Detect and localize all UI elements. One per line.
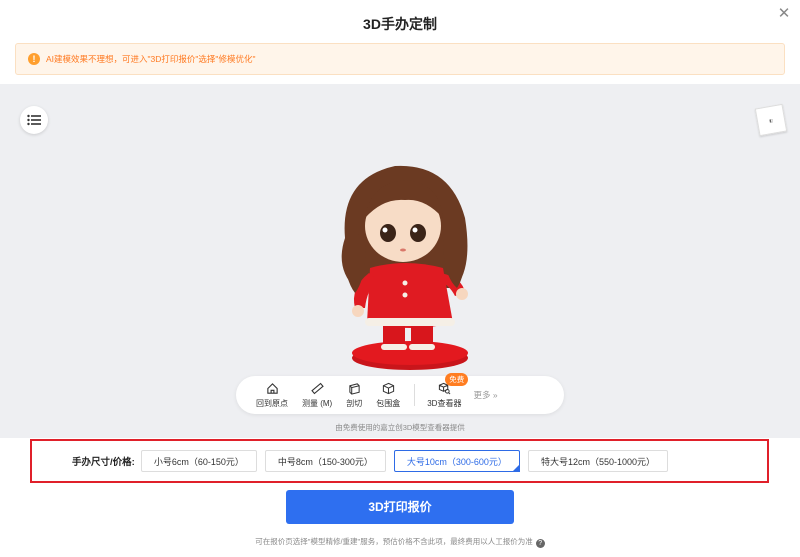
- footer-note: 可在报价页选择"模型精修/重建"服务，预估价格不含此项，最终费用以人工报价为准?: [0, 536, 800, 548]
- size-option-large[interactable]: 大号10cm（300-600元）: [393, 450, 520, 472]
- ruler-icon: [310, 382, 324, 394]
- bounding-box-button[interactable]: 包围盒: [376, 382, 400, 409]
- tool-label: 包围盒: [376, 398, 401, 408]
- measure-button[interactable]: 测量 (M): [302, 382, 332, 409]
- list-icon: [27, 114, 41, 126]
- figurine-model: [341, 165, 468, 370]
- footer-text: 可在报价页选择"模型精修/重建"服务，预估价格不含此项，最终费用以人工报价为准: [255, 537, 533, 546]
- 3d-viewer-button[interactable]: 免费 3D查看器: [427, 372, 469, 409]
- size-label: 手办尺寸/价格:: [72, 457, 135, 468]
- box-icon: [382, 382, 394, 394]
- tool-label: 剖切: [346, 398, 363, 408]
- viewer-toolbar: 回到原点 测量 (M) 剖切 包围盒 免费 3D查看器 更多 »: [236, 372, 564, 414]
- size-option-medium[interactable]: 中号8cm（150-300元）: [264, 450, 386, 472]
- model-viewer[interactable]: ◧ 回到原点 测量 (M) 剖切 包围盒 免费 3D查看器 更多 » 由免费使用…: [0, 84, 800, 438]
- free-badge: 免费: [445, 372, 469, 386]
- help-icon[interactable]: ?: [535, 539, 545, 548]
- more-button[interactable]: 更多 »: [473, 389, 497, 401]
- size-selector: 手办尺寸/价格: 小号6cm（60-150元） 中号8cm（150-300元） …: [30, 439, 769, 483]
- section-button[interactable]: 剖切: [346, 382, 362, 409]
- print-quote-button[interactable]: 3D打印报价: [286, 490, 514, 524]
- section-icon: [349, 382, 360, 395]
- tool-label: 测量 (M): [302, 398, 333, 408]
- provider-text: 由免费使用的嘉立创3D模型查看器提供: [335, 423, 465, 432]
- warning-icon: !: [28, 53, 40, 65]
- tool-label: 回到原点: [256, 398, 288, 408]
- dialog-title: 3D手办定制: [363, 16, 437, 32]
- size-option-small[interactable]: 小号6cm（60-150元）: [140, 450, 257, 472]
- close-icon[interactable]: ✕: [776, 6, 792, 22]
- toolbar-divider: [414, 384, 416, 406]
- menu-button[interactable]: [20, 106, 48, 134]
- tool-label: 3D查看器: [427, 398, 462, 408]
- home-button[interactable]: 回到原点: [256, 382, 288, 409]
- alert-text: AI建模效果不理想，可进入"3D打印报价"选择"修模优化": [46, 54, 256, 64]
- alert-banner: ! AI建模效果不理想，可进入"3D打印报价"选择"修模优化": [15, 43, 785, 75]
- view-cube-icon[interactable]: ◧: [754, 103, 788, 137]
- home-icon: [266, 382, 278, 394]
- size-option-xlarge[interactable]: 特大号12cm（550-1000元）: [527, 450, 668, 472]
